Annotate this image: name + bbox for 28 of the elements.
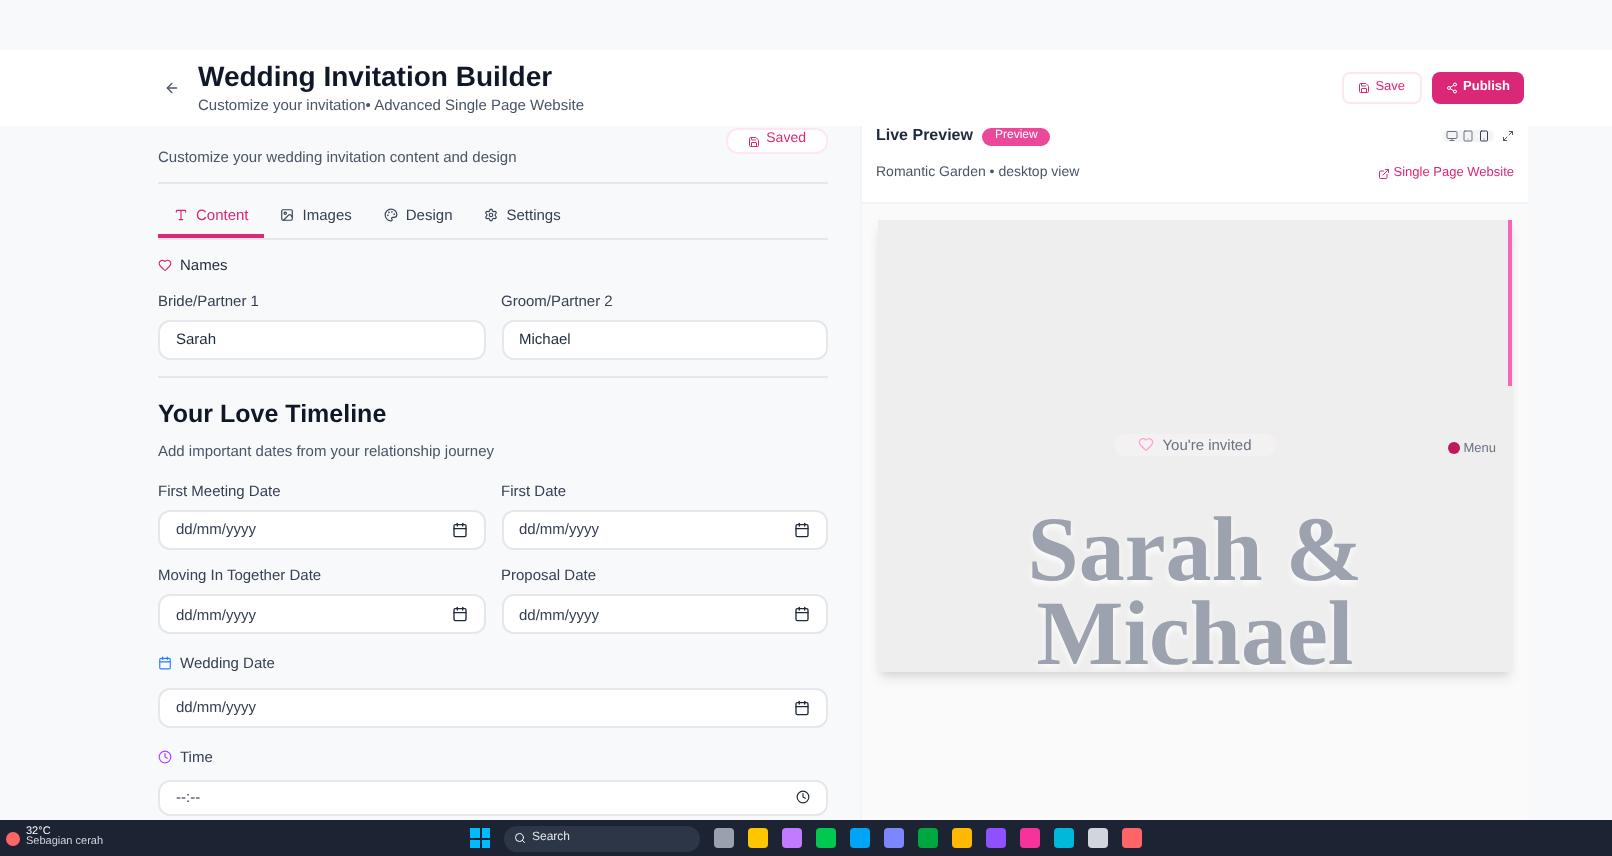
share-icon: [1445, 82, 1458, 94]
calendar-icon: [158, 656, 172, 671]
calendar-icon: [451, 606, 467, 623]
calendar-icon: [794, 699, 810, 715]
back-arrow-icon[interactable]: [164, 80, 180, 96]
external-link-icon: [1377, 168, 1390, 181]
calendar-icon: [451, 522, 467, 538]
image-icon: [280, 208, 295, 223]
hero-title: Sarah & Michael: [1025, 507, 1365, 671]
palette-icon: [383, 208, 398, 223]
monitor-icon[interactable]: [1446, 130, 1458, 142]
calendar-icon: [794, 606, 810, 623]
text-icon: [174, 208, 188, 223]
preview-title: Live Preview: [876, 124, 973, 148]
calendar-icon: [794, 522, 810, 538]
clock-icon: [796, 790, 810, 805]
search-icon: [514, 832, 526, 844]
clock-icon: [158, 749, 172, 764]
section-title: Your Love Timeline: [158, 397, 389, 432]
heart-icon: [158, 258, 172, 273]
phone-icon[interactable]: [1478, 130, 1490, 142]
save-icon: [748, 135, 761, 147]
save-icon: [1357, 82, 1370, 94]
tablet-icon[interactable]: [1462, 130, 1474, 142]
page-title: Wedding Invitation Builder: [198, 59, 555, 95]
gear-icon: [484, 208, 499, 223]
heart-icon: [1138, 436, 1155, 453]
windows-start-icon[interactable]: [470, 828, 490, 848]
